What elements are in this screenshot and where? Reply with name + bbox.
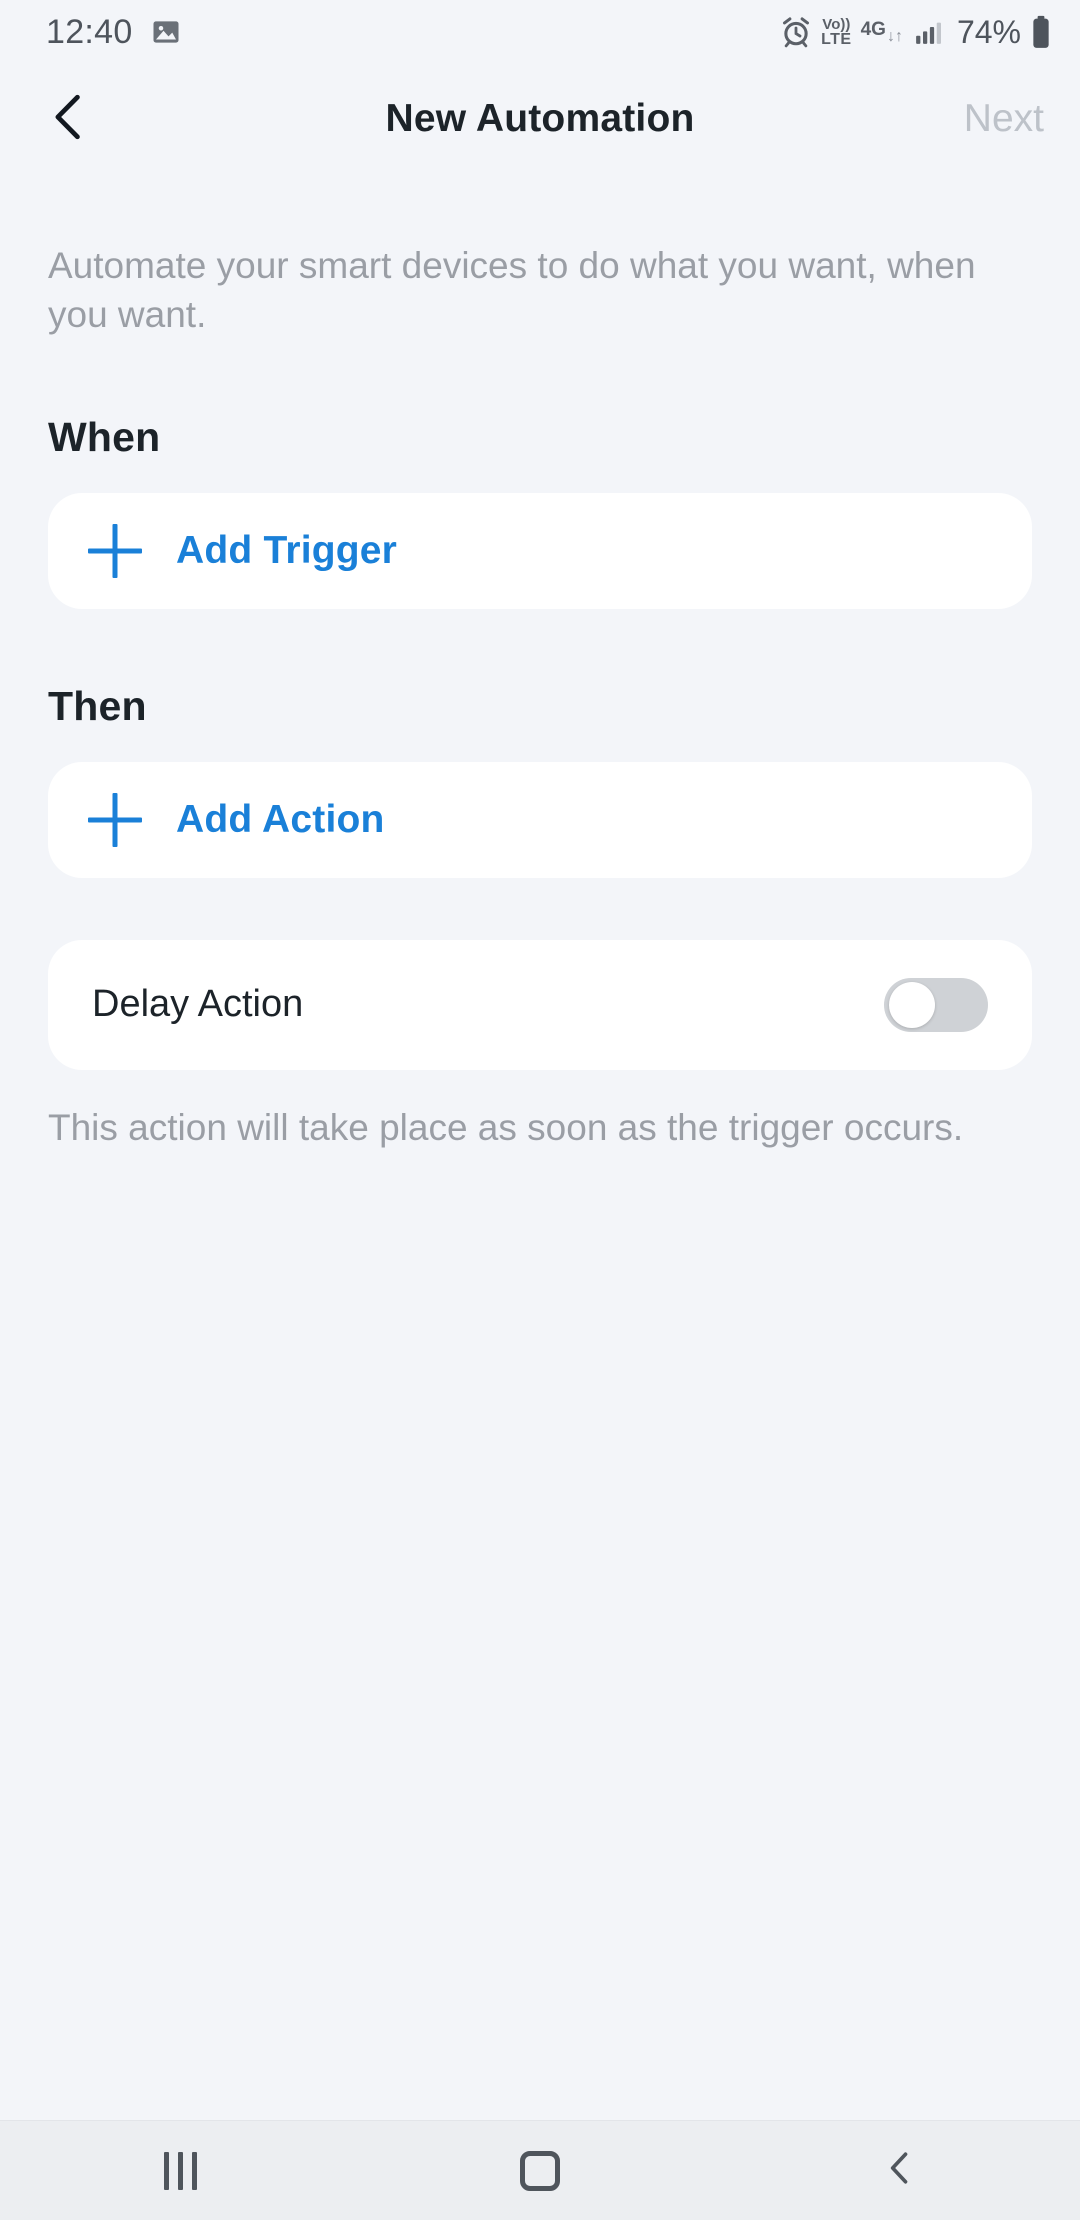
delay-action-row[interactable]: Delay Action xyxy=(48,939,1032,1070)
volte-bottom-label: LTE xyxy=(821,30,852,48)
main-content: Automate your smart devices to do what y… xyxy=(0,174,1080,2120)
system-back-button[interactable] xyxy=(825,2121,975,2220)
back-button[interactable] xyxy=(30,79,110,159)
status-bar: 12:40 Vo)) LTE 4G ↓↑ 74% xyxy=(0,0,1080,64)
plus-icon xyxy=(88,524,142,578)
status-bar-left: 12:40 xyxy=(46,13,181,52)
section-heading-when: When xyxy=(48,413,161,460)
home-button[interactable] xyxy=(465,2121,615,2220)
image-icon xyxy=(151,17,181,47)
alarm-icon xyxy=(780,16,812,48)
signal-bars-icon xyxy=(912,17,944,47)
delay-action-label: Delay Action xyxy=(92,983,304,1026)
back-chevron-icon xyxy=(878,2146,922,2195)
system-navigation-bar xyxy=(0,2120,1080,2220)
toggle-knob xyxy=(889,981,935,1028)
add-action-label: Add Action xyxy=(176,797,385,841)
volte-icon: Vo)) LTE xyxy=(821,17,852,48)
chevron-left-icon xyxy=(43,90,97,149)
next-button[interactable]: Next xyxy=(944,87,1050,151)
delay-action-hint: This action will take place as soon as t… xyxy=(48,1106,964,1148)
phone-screen: 12:40 Vo)) LTE 4G ↓↑ 74% New Automation … xyxy=(0,0,1080,2220)
data-transfer-arrows-icon: ↓↑ xyxy=(886,27,903,45)
add-trigger-button[interactable]: Add Trigger xyxy=(48,492,1032,609)
network-type-icon: 4G ↓↑ xyxy=(861,20,903,45)
recents-button[interactable] xyxy=(105,2121,255,2220)
app-bar: New Automation Next xyxy=(0,64,1080,174)
recents-icon xyxy=(163,2151,197,2190)
delay-action-toggle[interactable] xyxy=(884,977,988,1032)
plus-icon xyxy=(88,793,142,847)
volte-top-label: Vo)) xyxy=(822,15,851,33)
page-title: New Automation xyxy=(385,97,695,140)
add-action-button[interactable]: Add Action xyxy=(48,761,1032,878)
battery-icon xyxy=(1030,15,1052,49)
add-trigger-label: Add Trigger xyxy=(176,528,398,572)
network-type-label: 4G xyxy=(860,18,886,40)
status-bar-right: Vo)) LTE 4G ↓↑ 74% xyxy=(780,14,1052,51)
intro-description: Automate your smart devices to do what y… xyxy=(48,245,976,335)
section-heading-then: Then xyxy=(48,682,147,729)
battery-percent-label: 74% xyxy=(956,13,1021,50)
home-icon xyxy=(520,2150,560,2191)
status-bar-clock: 12:40 xyxy=(46,12,133,51)
